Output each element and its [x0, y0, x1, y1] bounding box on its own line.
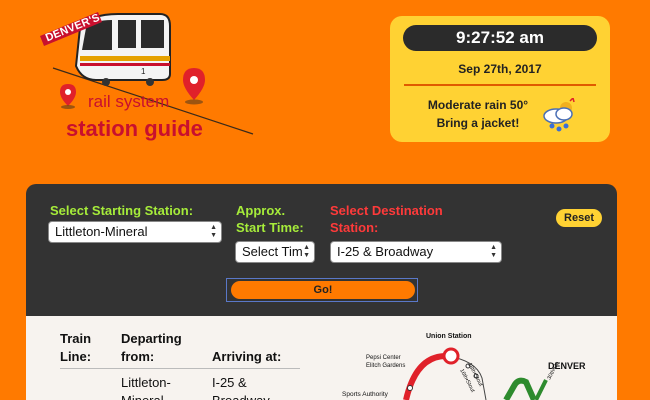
select-arrows-icon: ▲ ▼	[303, 244, 310, 259]
union-station-label: Union Station	[426, 333, 472, 340]
weather-advice: Bring a jacket!	[436, 116, 520, 130]
weather-summary: Moderate rain 50° Bring a jacket!	[408, 96, 548, 132]
destination-label-line2: Station:	[330, 220, 379, 235]
rail-map: Union Station Pepsi Center Elitch Garden…	[342, 333, 586, 400]
destination-value: I-25 & Broadway	[337, 244, 434, 259]
card-divider	[404, 84, 596, 86]
trip-form: Select Starting Station: Littleton-Miner…	[26, 184, 617, 316]
clock: 9:27:52 am	[403, 25, 597, 51]
row-departing-2: Mineral	[121, 392, 171, 400]
app-logo: 1 DENVER'S rail system station guide	[38, 6, 263, 146]
start-time-select[interactable]: Select Tim ▲ ▼	[235, 241, 315, 263]
elitch-gardens-label: Elitch Gardens	[366, 363, 405, 369]
green-line-track	[503, 377, 537, 400]
header-train-line: Train Line:	[60, 330, 91, 366]
weather-condition: Moderate rain 50°	[427, 98, 529, 112]
header-train-line-2: Line:	[60, 349, 92, 364]
destination-label: Select Destination Station:	[330, 202, 443, 236]
row-arriving-1: I-25 &	[212, 375, 247, 390]
row-departing: Littleton- Mineral	[121, 374, 171, 400]
row-arriving-2: Broadway	[212, 392, 270, 400]
header-departing: Departing from:	[121, 330, 182, 366]
destination-label-line1: Select Destination	[330, 203, 443, 218]
rain-cloud-icon	[543, 98, 575, 132]
green-line-branch	[534, 379, 548, 400]
table-divider	[60, 368, 300, 369]
map-pin-icon	[60, 84, 76, 109]
sports-authority-label: Sports Authority	[342, 391, 389, 398]
union-station-marker	[442, 347, 460, 365]
header-departing-1: Departing	[121, 331, 182, 346]
row-arriving: I-25 & Broadway	[212, 374, 270, 400]
info-card: 9:27:52 am Sep 27th, 2017 Moderate rain …	[390, 16, 610, 142]
start-station-select[interactable]: Littleton-Mineral ▲ ▼	[48, 221, 222, 243]
reset-button[interactable]: Reset	[556, 209, 602, 227]
go-button[interactable]: Go!	[231, 281, 415, 299]
logo-subtitle: rail system	[88, 92, 170, 111]
header-arriving: Arriving at:	[212, 349, 282, 364]
start-time-value: Select Tim	[242, 244, 303, 259]
svg-text:1: 1	[141, 67, 146, 76]
select-arrows-icon: ▲ ▼	[210, 224, 217, 239]
header-train-line-1: Train	[60, 331, 92, 346]
station-dot	[407, 385, 413, 391]
header-departing-2: from:	[121, 349, 155, 364]
results-panel: Train Line: Departing from: Arriving at:…	[26, 316, 617, 400]
map-pin-icon	[183, 68, 205, 105]
start-time-label-line1: Approx.	[236, 203, 286, 218]
row-departing-1: Littleton-	[121, 375, 171, 390]
start-station-value: Littleton-Mineral	[55, 224, 148, 239]
start-time-label: Approx. Start Time:	[236, 202, 304, 236]
red-line-track	[403, 353, 447, 400]
start-station-label: Select Starting Station:	[50, 203, 194, 218]
pepsi-center-label: Pepsi Center	[366, 355, 401, 361]
date-label: Sep 27th, 2017	[458, 62, 542, 76]
logo-title: station guide	[66, 116, 203, 141]
destination-select[interactable]: I-25 & Broadway ▲ ▼	[330, 241, 502, 263]
start-time-label-line2: Start Time:	[236, 220, 304, 235]
select-arrows-icon: ▲ ▼	[490, 244, 497, 259]
